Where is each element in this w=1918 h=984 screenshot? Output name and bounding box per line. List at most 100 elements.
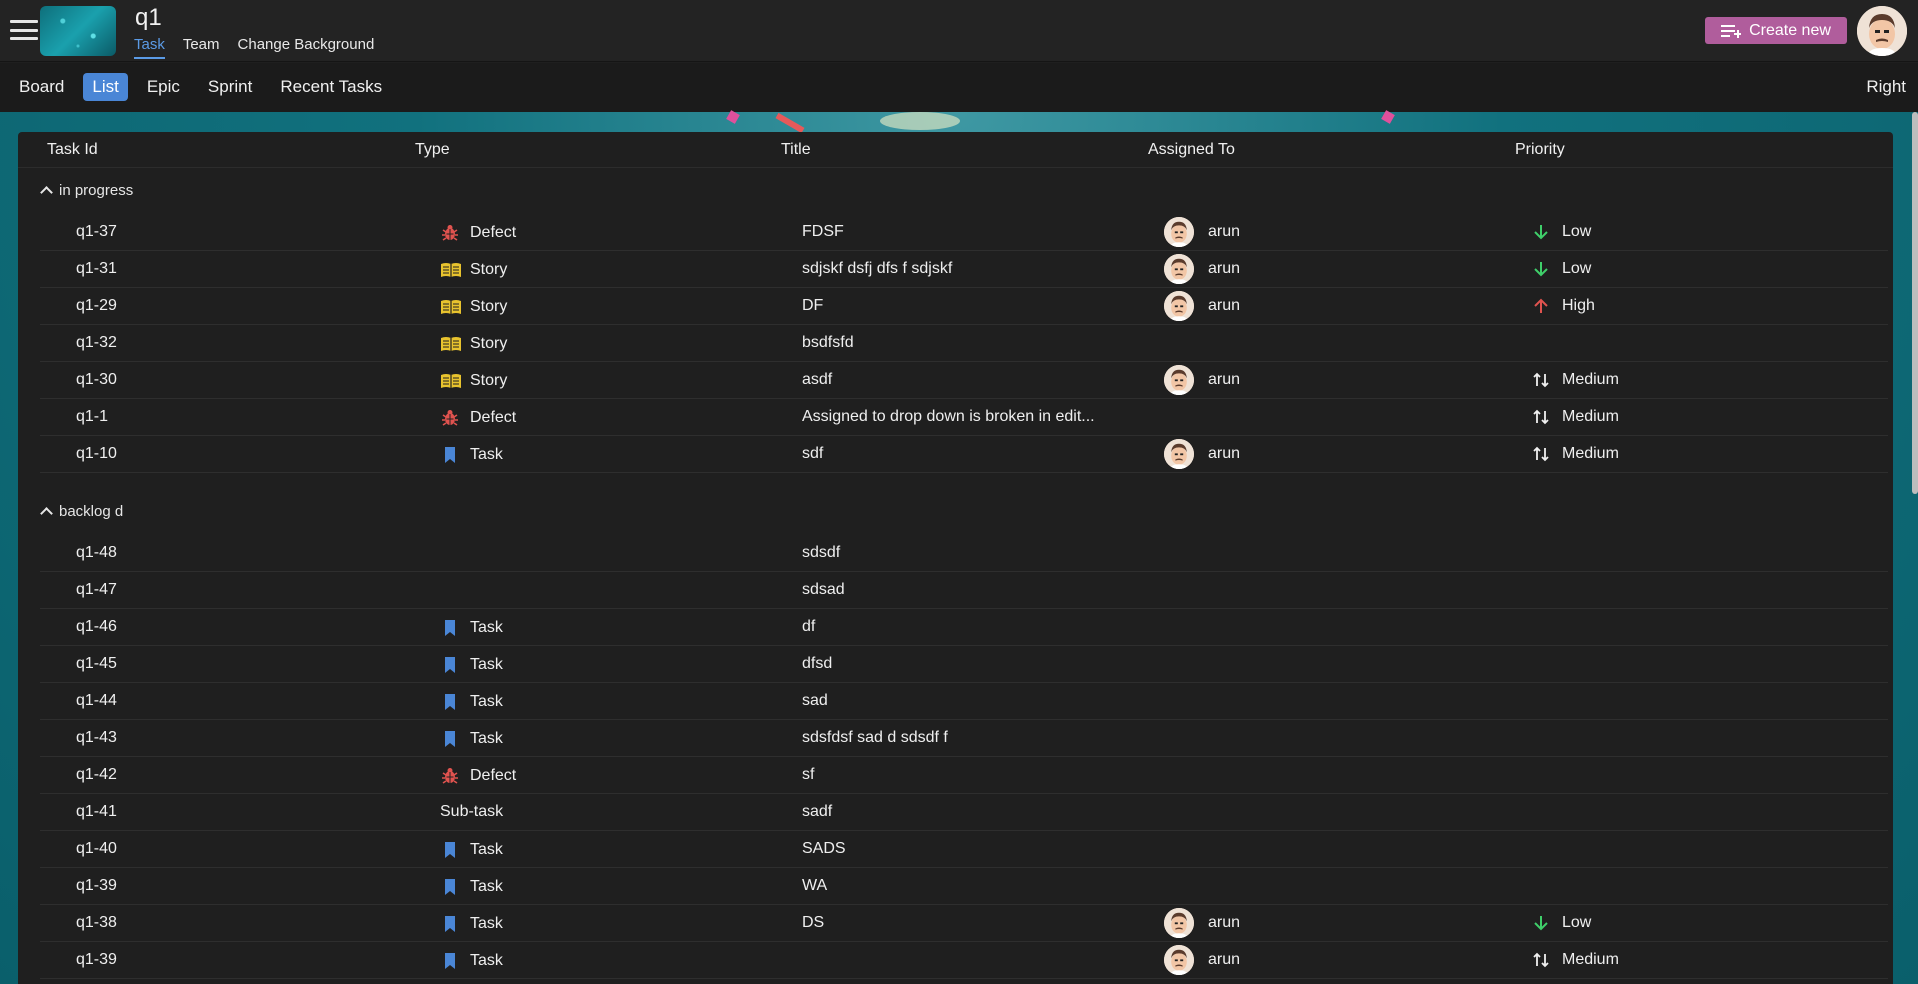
task-id: q1-10 — [76, 445, 117, 462]
task-id: q1-29 — [76, 297, 117, 314]
task-type-label: Task — [470, 446, 503, 463]
task-priority: Medium — [1532, 408, 1619, 426]
task-priority: High — [1532, 297, 1595, 315]
task-title: sdsfdsf sad d sdsdf f — [802, 729, 948, 746]
scrollbar[interactable] — [1912, 112, 1918, 494]
task-id: q1-45 — [76, 655, 117, 672]
task-type: Story — [440, 334, 507, 354]
task-row[interactable]: q1-1 Defect Assigned to drop down is broke… — [40, 399, 1888, 436]
bookmark-icon — [440, 877, 460, 897]
task-id: q1-30 — [76, 371, 117, 388]
tab-task[interactable]: Task — [134, 36, 165, 59]
task-row[interactable]: q1-29 Story DF arun High — [40, 288, 1888, 325]
task-assignee: arun — [1164, 365, 1240, 395]
book-icon — [440, 297, 461, 317]
priority-label: High — [1562, 297, 1595, 314]
task-row[interactable]: q1-40 Task SADS — [40, 831, 1888, 868]
task-row[interactable]: q1-39 Task WA — [40, 868, 1888, 905]
assignee-name: arun — [1208, 371, 1241, 388]
create-new-button[interactable]: Create new — [1705, 17, 1847, 44]
task-row[interactable]: q1-39 Task arun Medium — [40, 942, 1888, 979]
tab-change-background[interactable]: Change Background — [238, 36, 375, 59]
task-type-label: Task — [470, 693, 503, 710]
task-type-label: Defect — [470, 224, 517, 241]
view-sprint[interactable]: Sprint — [199, 73, 261, 101]
task-id: q1-32 — [76, 334, 117, 351]
task-type-label: Defect — [470, 767, 517, 784]
task-type-label: Story — [470, 372, 508, 389]
view-board[interactable]: Board — [10, 73, 73, 101]
project-thumbnail[interactable] — [40, 6, 116, 56]
arrow-up-icon — [1532, 297, 1550, 315]
column-priority[interactable]: Priority — [1515, 141, 1565, 159]
column-assigned-to[interactable]: Assigned To — [1148, 141, 1235, 159]
task-type: Sub-task — [440, 803, 503, 821]
menu-icon[interactable] — [10, 20, 38, 40]
task-type: Task — [440, 445, 503, 465]
task-row[interactable]: q1-43 Task sdsfdsf sad d sdsdf f — [40, 720, 1888, 757]
task-title: FDSF — [802, 223, 844, 240]
right-toggle[interactable]: Right — [1866, 77, 1906, 97]
task-type-label: Task — [470, 915, 503, 932]
assignee-name: arun — [1208, 260, 1241, 277]
task-title: dfsd — [802, 655, 833, 672]
task-row[interactable]: q1-32 Story bsdfsfd — [40, 325, 1888, 362]
user-avatar[interactable] — [1857, 6, 1907, 56]
book-icon — [440, 260, 461, 280]
task-type: Task — [440, 729, 503, 749]
assignee-avatar — [1164, 217, 1194, 247]
task-row[interactable]: q1-10 Task sdf arun Medium — [40, 436, 1888, 473]
task-priority: Medium — [1532, 371, 1619, 389]
task-type-label: Defect — [470, 409, 517, 426]
task-priority: Medium — [1532, 445, 1619, 463]
task-row[interactable]: q1-48 sdsdf — [40, 535, 1888, 572]
task-type-label: Story — [470, 261, 508, 278]
task-type-label: Sub-task — [440, 803, 504, 820]
task-title: SADS — [802, 840, 846, 857]
bug-icon — [440, 766, 460, 786]
bug-icon — [440, 408, 460, 428]
task-type: Task — [440, 840, 503, 860]
arrow-up-down-icon — [1532, 371, 1550, 389]
task-type: Task — [440, 618, 503, 638]
task-id: q1-43 — [76, 729, 117, 746]
task-row[interactable]: q1-31 Story sdjskf dsfj dfs f sdjskf arun Lo… — [40, 251, 1888, 288]
task-title: sf — [802, 766, 815, 783]
task-row[interactable]: q1-38 Task DS arun Low — [40, 905, 1888, 942]
task-type: Story — [440, 260, 507, 280]
task-row[interactable]: q1-42 Defect sf — [40, 757, 1888, 794]
task-title: asdf — [802, 371, 833, 388]
column-type[interactable]: Type — [415, 141, 450, 159]
tab-team[interactable]: Team — [183, 36, 220, 59]
view-list[interactable]: List — [83, 73, 128, 101]
task-type-label: Task — [470, 656, 503, 673]
task-row[interactable]: q1-44 Task sad — [40, 683, 1888, 720]
arrow-down-icon — [1532, 223, 1550, 241]
task-row[interactable]: q1-37 Defect FDSF arun Low — [40, 214, 1888, 251]
group-header[interactable]: in progress — [40, 182, 134, 199]
column-task-id[interactable]: Task Id — [47, 141, 98, 159]
task-title: DS — [802, 914, 825, 931]
task-row[interactable]: q1-41 Sub-task sadf — [40, 794, 1888, 831]
task-row[interactable]: q1-45 Task dfsd — [40, 646, 1888, 683]
priority-label: Medium — [1562, 408, 1619, 425]
confetti-decoration — [726, 110, 740, 124]
assignee-avatar — [1164, 254, 1194, 284]
chevron-up-icon — [40, 186, 53, 199]
bookmark-icon — [440, 618, 460, 638]
assignee-name: arun — [1208, 914, 1241, 931]
task-type-label: Story — [470, 298, 508, 315]
view-recent-tasks[interactable]: Recent Tasks — [271, 73, 391, 101]
assignee-avatar — [1164, 291, 1194, 321]
column-title[interactable]: Title — [781, 141, 811, 159]
task-title: bsdfsfd — [802, 334, 854, 351]
task-row[interactable]: q1-47 sdsad — [40, 572, 1888, 609]
task-row[interactable]: q1-46 Task df — [40, 609, 1888, 646]
group-name: in progress — [59, 182, 134, 199]
task-list-panel: Task Id Type Title Assigned To Priority … — [18, 132, 1893, 984]
task-row[interactable]: q1-30 Story asdf arun Medium — [40, 362, 1888, 399]
view-epic[interactable]: Epic — [138, 73, 189, 101]
group-header[interactable]: backlog d — [40, 503, 123, 520]
task-type-label: Task — [470, 730, 503, 747]
task-type: Story — [440, 297, 507, 317]
